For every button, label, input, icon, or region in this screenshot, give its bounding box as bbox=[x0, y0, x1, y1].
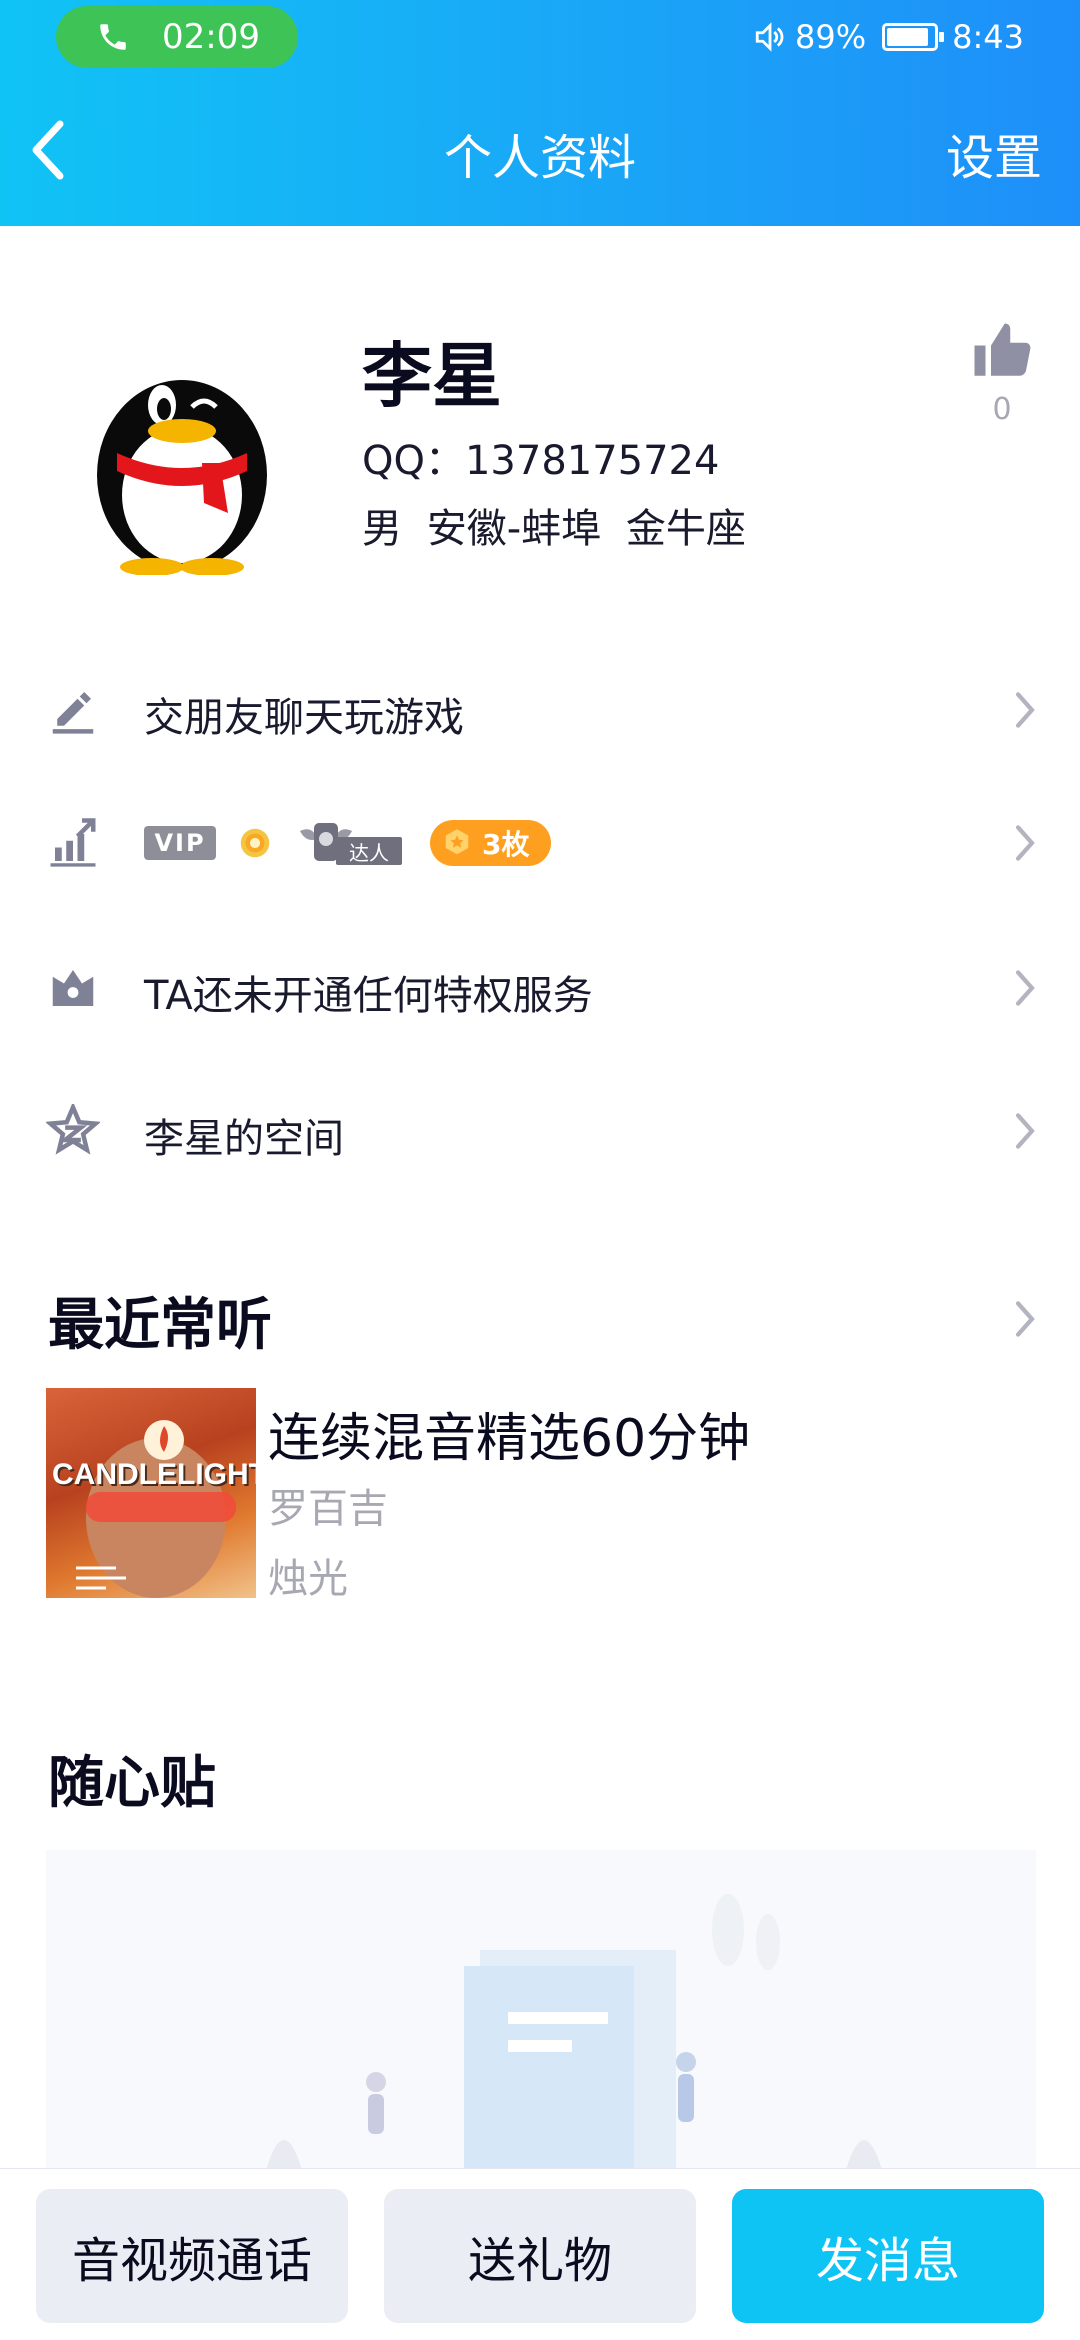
bottom-action-bar: 音视频通话 送礼物 发消息 bbox=[0, 2168, 1080, 2340]
phone-icon bbox=[100, 24, 126, 50]
album-cover[interactable]: CANDLELIGHT bbox=[46, 1388, 256, 1598]
avatar[interactable] bbox=[82, 335, 282, 575]
zodiac: 金牛座 bbox=[625, 506, 746, 552]
qq-number: QQ：1378175724 bbox=[362, 438, 720, 484]
privilege-row[interactable]: TA还未开通任何特权服务 bbox=[0, 933, 1080, 1043]
chevron-right-icon bbox=[1015, 1113, 1035, 1149]
badge-list: VIP 达人 3枚 bbox=[144, 816, 552, 870]
like-button[interactable]: 0 bbox=[964, 318, 1040, 427]
medal-count: 3枚 bbox=[482, 828, 530, 861]
like-count: 0 bbox=[992, 392, 1012, 427]
gender: 男 bbox=[362, 506, 402, 552]
ongoing-call-pill[interactable]: 02:09 bbox=[56, 6, 298, 68]
status-indicators: 89% 8:43 bbox=[751, 14, 1024, 60]
page-title: 个人资料 bbox=[443, 130, 636, 186]
badges-row[interactable]: VIP 达人 3枚 bbox=[0, 788, 1080, 898]
song-album: 烛光 bbox=[268, 1556, 348, 1602]
signature-row[interactable]: 交朋友聊天玩游戏 bbox=[0, 655, 1080, 765]
empty-notes-illustration bbox=[46, 1850, 1036, 2170]
vip-badge: VIP bbox=[144, 826, 216, 860]
privilege-text: TA还未开通任何特权服务 bbox=[144, 973, 593, 1019]
song-title[interactable]: 连续混音精选60分钟 bbox=[268, 1396, 750, 1471]
profile-name: 李星 bbox=[362, 335, 502, 417]
battery-fill bbox=[887, 28, 929, 46]
chevron-right-icon bbox=[1015, 825, 1035, 861]
send-message-button[interactable]: 发消息 bbox=[732, 2189, 1044, 2323]
notes-section-title: 随心贴 bbox=[48, 1751, 216, 1816]
space-row[interactable]: 李星的空间 bbox=[0, 1076, 1080, 1186]
send-gift-button[interactable]: 送礼物 bbox=[384, 2189, 696, 2323]
medal-icon bbox=[445, 829, 469, 855]
album-art-text: CANDLELIGHT bbox=[52, 1458, 256, 1491]
qzone-star-icon bbox=[46, 1104, 100, 1155]
medal-count-badge: 3枚 bbox=[430, 820, 552, 866]
clock: 8:43 bbox=[952, 18, 1024, 56]
chevron-right-icon bbox=[1015, 970, 1035, 1006]
location: 安徽-蚌埠 bbox=[426, 506, 602, 552]
crown-box-icon bbox=[52, 970, 94, 1006]
daren-label: 达人 bbox=[336, 837, 402, 865]
signature-text: 交朋友聊天玩游戏 bbox=[144, 695, 464, 741]
video-call-button[interactable]: 音视频通话 bbox=[36, 2189, 348, 2323]
status-bar: 02:09 89% 8:43 bbox=[0, 0, 1080, 76]
level-up-icon bbox=[50, 818, 96, 867]
song-artist: 罗百吉 bbox=[268, 1486, 388, 1532]
header: 02:09 89% 8:43 个人资料 设置 bbox=[0, 0, 1080, 226]
settings-button[interactable]: 设置 bbox=[946, 118, 1042, 188]
space-text: 李星的空间 bbox=[144, 1116, 344, 1162]
chevron-right-icon bbox=[1015, 692, 1035, 728]
album-art bbox=[76, 1420, 236, 1598]
speaker-icon bbox=[755, 22, 784, 52]
chevron-right-icon[interactable] bbox=[1014, 1300, 1036, 1338]
daren-badge: 达人 bbox=[296, 817, 406, 869]
profile-info: 男 安徽-蚌埠 金牛座 bbox=[362, 496, 746, 554]
edit-icon bbox=[52, 692, 94, 734]
thumbs-up-icon bbox=[974, 323, 1031, 376]
recent-section-title: 最近常听 bbox=[48, 1293, 272, 1358]
battery-percent: 89% bbox=[795, 18, 867, 56]
battery-icon bbox=[882, 23, 945, 51]
call-duration: 02:09 bbox=[162, 17, 260, 57]
sun-level-icon bbox=[240, 828, 270, 858]
